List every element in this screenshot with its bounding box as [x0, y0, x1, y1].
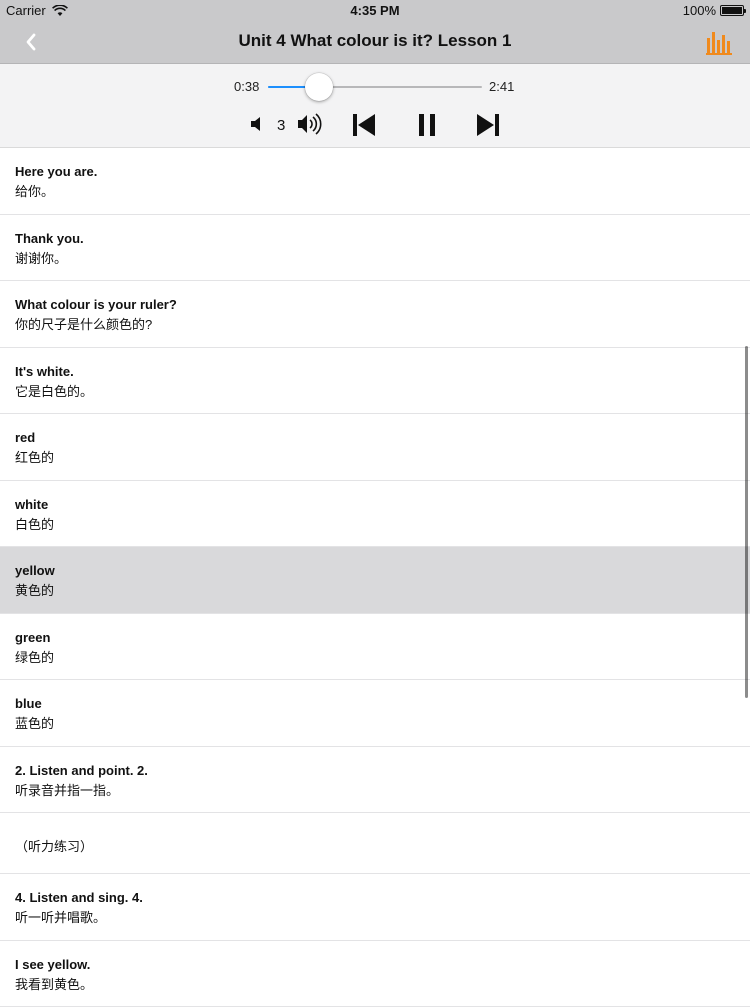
battery-icon [720, 5, 744, 16]
volume-up-icon[interactable] [296, 112, 326, 136]
sentence-list: Here you are. 给你。 Thank you. 谢谢你。 What colou… [0, 148, 750, 1007]
volume-value: 3 [277, 117, 285, 134]
list-item-chinese: 给你。 [15, 181, 54, 200]
status-right: 100% [683, 3, 744, 18]
list-item-chinese: 你的尺子是什么颜色的? [15, 314, 152, 333]
scroll-indicator[interactable] [745, 346, 748, 698]
list-item[interactable]: I see yellow. 我看到黄色。 [0, 941, 750, 1007]
list-item-chinese: 红色的 [15, 447, 54, 466]
time-total: 2:41 [489, 79, 514, 94]
list-item[interactable]: （听力练习） [0, 813, 750, 874]
list-item[interactable]: It's white. 它是白色的。 [0, 348, 750, 415]
list-item-english: red [15, 430, 35, 445]
list-item-chinese: 蓝色的 [15, 713, 54, 732]
nav-bar: Unit 4 What colour is it? Lesson 1 [0, 20, 750, 64]
previous-track-button[interactable] [351, 112, 377, 138]
list-item-english: 2. Listen and point. 2. [15, 763, 148, 778]
list-item[interactable]: What colour is your ruler? 你的尺子是什么颜色的? [0, 281, 750, 348]
list-item-english: What colour is your ruler? [15, 297, 177, 312]
battery-fill [722, 7, 742, 14]
list-item-english: blue [15, 696, 42, 711]
list-item-english: It's white. [15, 364, 74, 379]
list-item-chinese: 绿色的 [15, 647, 54, 666]
list-item-english: Here you are. [15, 164, 97, 179]
list-item[interactable]: Here you are. 给你。 [0, 148, 750, 215]
progress-slider[interactable] [268, 86, 482, 88]
status-bar: Carrier 4:35 PM 100% [0, 0, 750, 20]
list-item[interactable]: yellow 黄色的 [0, 547, 750, 614]
list-item-chinese: 它是白色的。 [15, 381, 93, 400]
list-item-english: I see yellow. [15, 957, 90, 972]
status-time: 4:35 PM [0, 3, 750, 18]
list-item[interactable]: white 白色的 [0, 481, 750, 548]
list-item-chinese: 听一听并唱歌。 [15, 907, 106, 926]
list-item-english: 4. Listen and sing. 4. [15, 890, 143, 905]
playback-controls: 3 [0, 110, 750, 138]
list-item[interactable]: red 红色的 [0, 414, 750, 481]
list-item-chinese: 听录音并指一指。 [15, 780, 119, 799]
time-elapsed: 0:38 [234, 79, 259, 94]
list-item-chinese: 我看到黄色。 [15, 974, 93, 993]
list-item[interactable]: 4. Listen and sing. 4. 听一听并唱歌。 [0, 874, 750, 941]
list-item-english: white [15, 497, 48, 512]
list-item[interactable]: 2. Listen and point. 2. 听录音并指一指。 [0, 747, 750, 814]
list-item-chinese: 黄色的 [15, 580, 54, 599]
pause-button[interactable] [414, 112, 440, 138]
list-item-english: Thank you. [15, 231, 84, 246]
progress-thumb[interactable] [305, 73, 333, 101]
page-title: Unit 4 What colour is it? Lesson 1 [0, 31, 750, 51]
equalizer-icon [706, 29, 732, 55]
list-item[interactable]: Thank you. 谢谢你。 [0, 215, 750, 282]
list-item-chinese: 白色的 [15, 514, 54, 533]
list-item-english: yellow [15, 563, 55, 578]
list-item[interactable]: green 绿色的 [0, 614, 750, 681]
next-track-button[interactable] [475, 112, 501, 138]
volume-down-icon[interactable] [248, 115, 266, 133]
list-item-english: green [15, 630, 50, 645]
list-item-text: （听力练习） [15, 836, 93, 855]
battery-percent: 100% [683, 3, 716, 18]
audio-player: 0:38 2:41 3 [0, 64, 750, 148]
list-item[interactable]: blue 蓝色的 [0, 680, 750, 747]
list-item-chinese: 谢谢你。 [15, 248, 67, 267]
equalizer-button[interactable] [706, 29, 732, 55]
